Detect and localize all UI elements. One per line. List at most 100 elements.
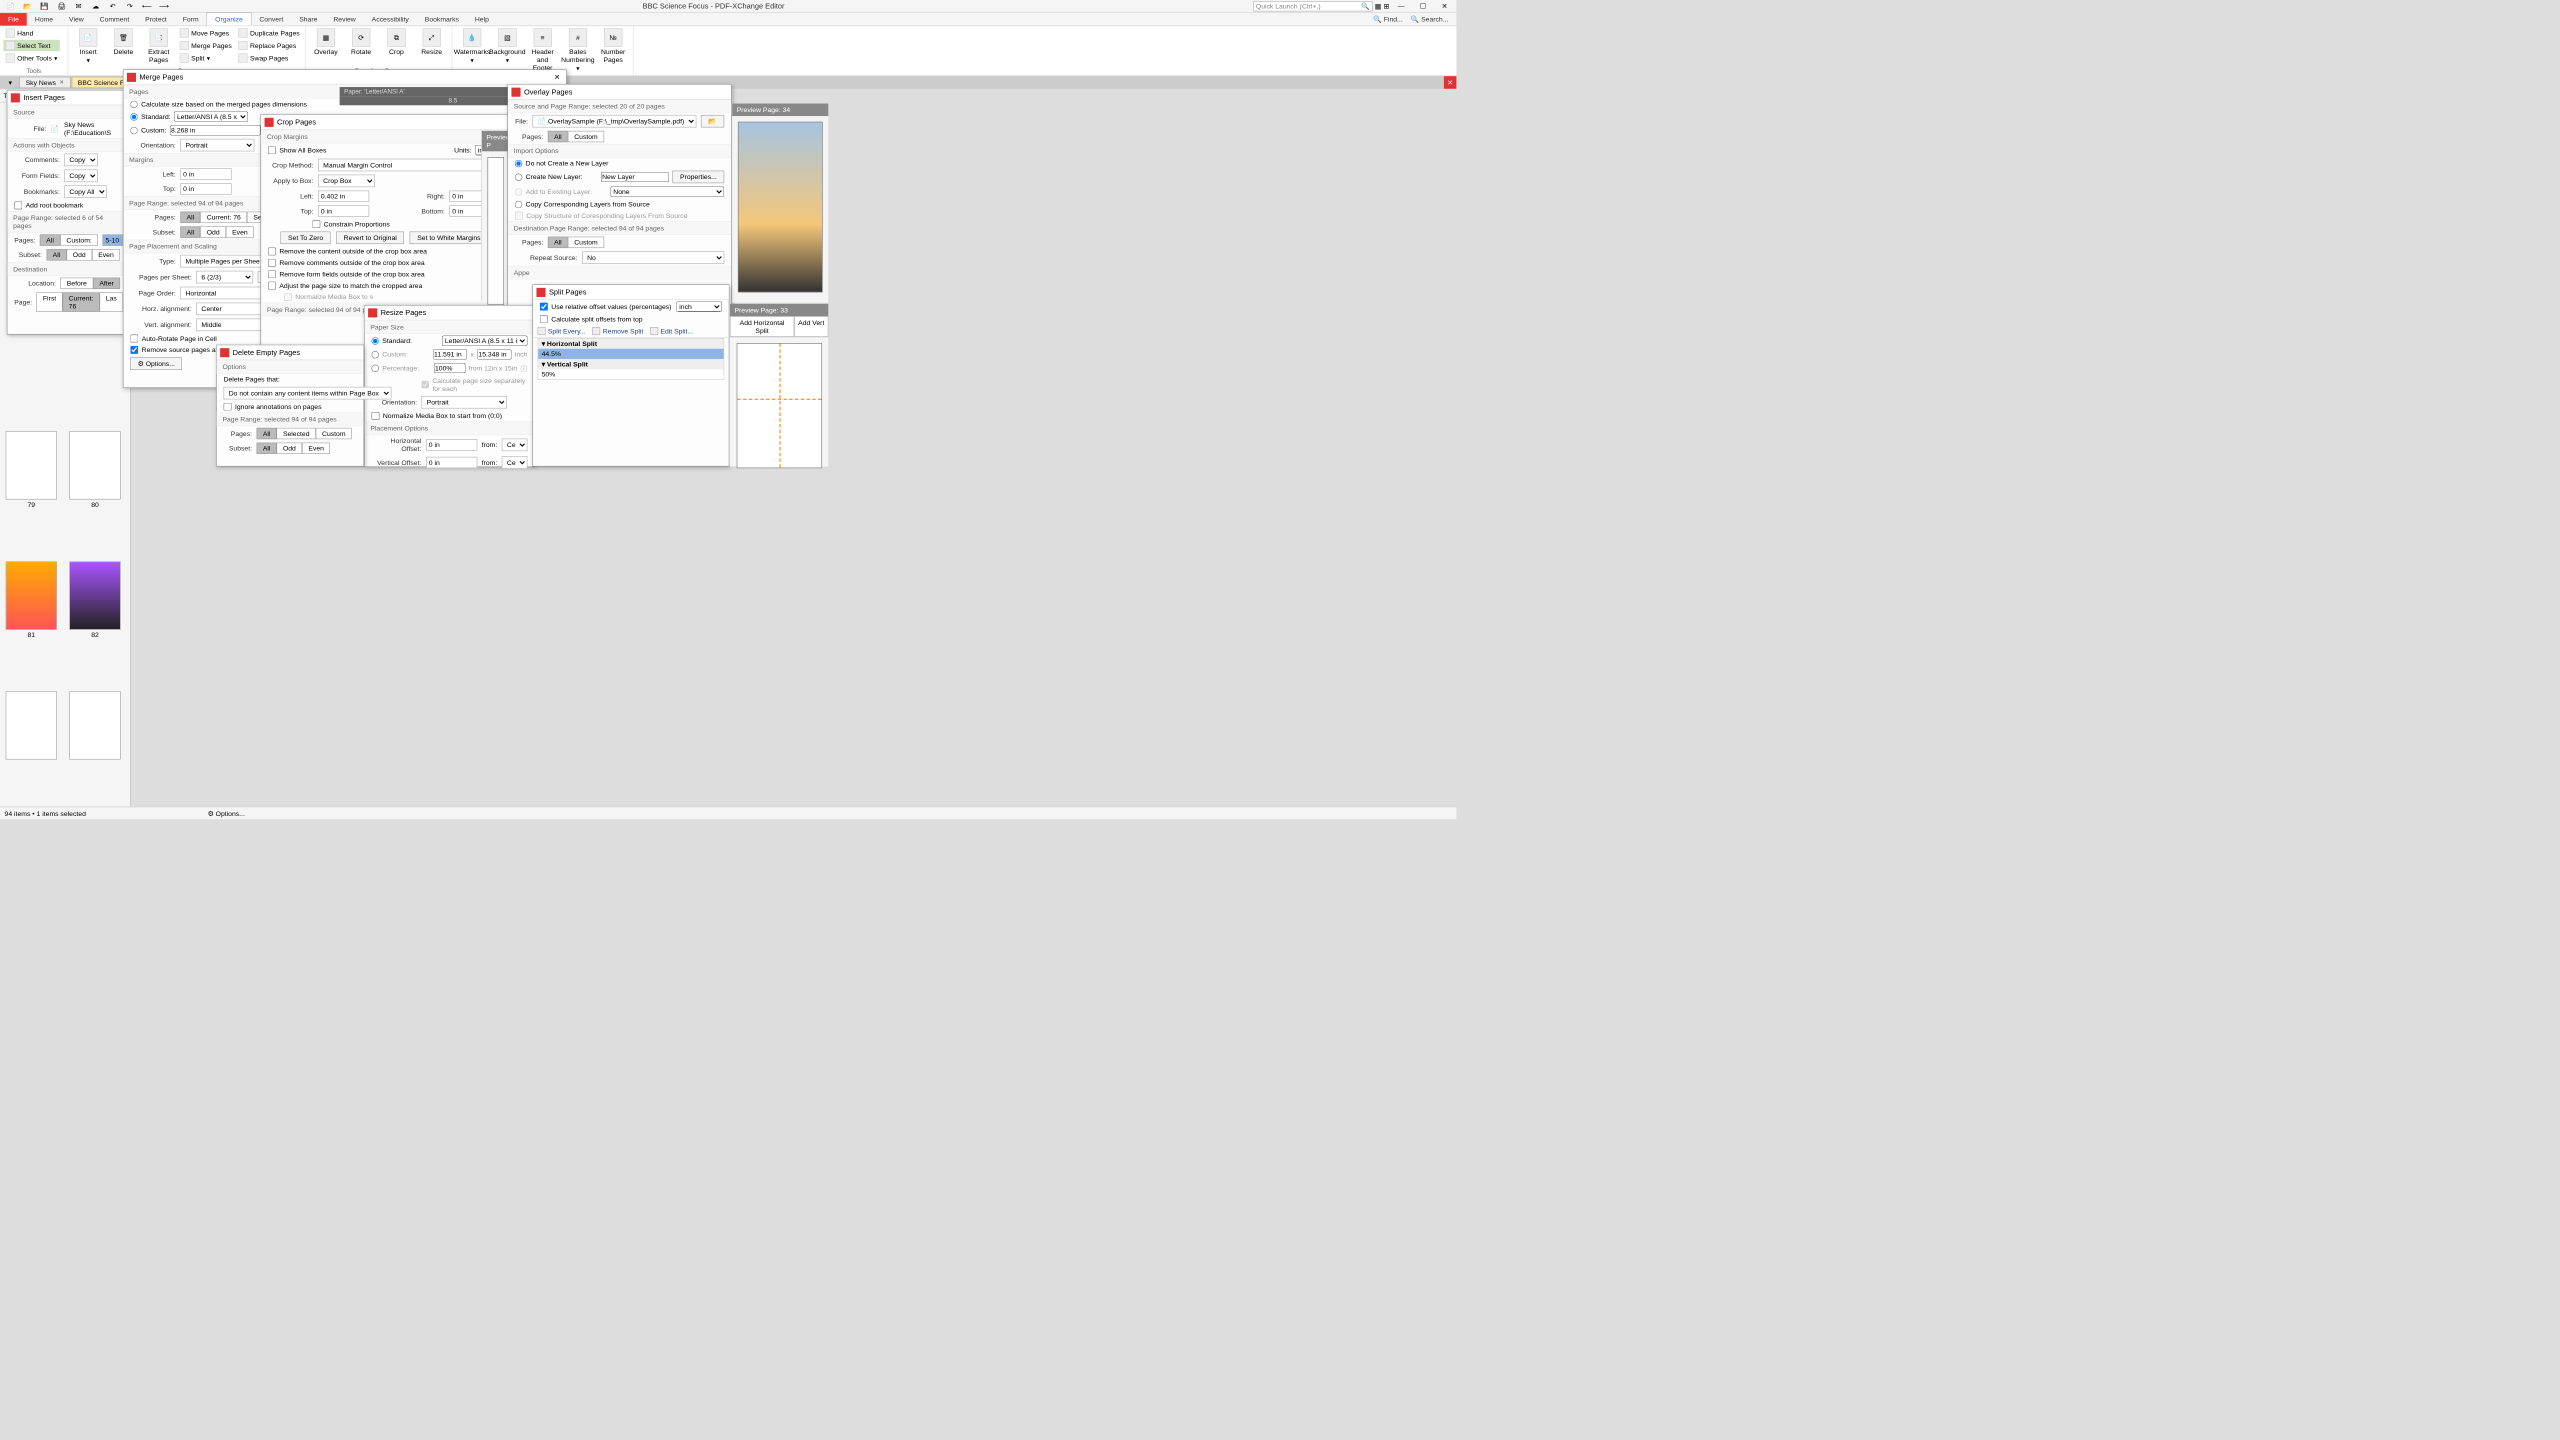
accessibility-tab[interactable]: Accessibility xyxy=(364,13,417,26)
minimize-button[interactable]: — xyxy=(1392,1,1411,11)
remove-split-button[interactable]: Remove Split xyxy=(592,327,643,335)
set-white-button[interactable]: Set to White Margins xyxy=(410,232,488,245)
split-list[interactable]: ▾ Horizontal Split 44.5% ▾ Vertical Spli… xyxy=(538,338,725,380)
subset-segment[interactable]: AllOddEven xyxy=(180,226,254,237)
percent-input[interactable] xyxy=(434,363,465,373)
pps-select[interactable]: 6 (2/3) xyxy=(196,271,253,284)
properties-button[interactable]: Properties... xyxy=(673,171,725,184)
resize-button[interactable]: ⤢Resize xyxy=(415,27,448,57)
hoff-input[interactable] xyxy=(426,439,477,450)
formfields-select[interactable]: Copy xyxy=(64,170,98,183)
add-vertical-split-button[interactable]: Add Vert xyxy=(794,316,828,336)
file-value[interactable]: Sky News (F:\Education\S xyxy=(64,121,120,137)
number-pages-button[interactable]: №Number Pages xyxy=(597,27,630,65)
margin-top-input[interactable] xyxy=(180,183,231,194)
share-tab[interactable]: Share xyxy=(291,13,325,26)
thumbnail[interactable] xyxy=(67,691,123,804)
add-root-bookmark-checkbox[interactable] xyxy=(14,201,22,209)
swap-pages-button[interactable]: Swap Pages xyxy=(236,52,302,63)
orientation-select[interactable]: Portrait xyxy=(422,396,507,409)
use-relative-checkbox[interactable] xyxy=(540,303,548,311)
extract-pages-button[interactable]: 📑Extract Pages xyxy=(142,27,175,65)
browse-button[interactable]: 📂 xyxy=(701,115,724,128)
merge-pages-button[interactable]: Merge Pages xyxy=(177,40,234,51)
email-icon[interactable]: ✉ xyxy=(71,1,87,11)
redo-icon[interactable]: ↷ xyxy=(122,1,138,11)
maximize-button[interactable]: ☐ xyxy=(1413,1,1432,11)
doctab-sky-news[interactable]: Sky News✕ xyxy=(19,77,70,88)
existing-layer-select[interactable]: None xyxy=(610,187,724,197)
nav-fwd-icon[interactable]: ⟶ xyxy=(156,1,172,11)
view-tab[interactable]: View xyxy=(61,13,92,26)
background-button[interactable]: ▧Background▾ xyxy=(491,27,524,65)
repeat-source-select[interactable]: No xyxy=(582,251,724,264)
quick-launch-input[interactable]: Quick Launch (Ctrl+.)🔍 xyxy=(1253,1,1372,11)
status-options[interactable]: ⚙ Options... xyxy=(208,809,245,817)
calc-top-checkbox[interactable] xyxy=(540,315,548,323)
type-select[interactable]: Multiple Pages per Sheet xyxy=(180,255,271,268)
print-icon[interactable]: 🖨 xyxy=(53,1,69,11)
open-icon[interactable]: 📂 xyxy=(19,1,35,11)
options-button[interactable]: ⚙ Options... xyxy=(130,357,182,370)
vfrom-select[interactable]: Cent xyxy=(502,456,528,469)
form-tab[interactable]: Form xyxy=(175,13,207,26)
list-item[interactable]: 50% xyxy=(538,369,723,379)
ui-options-icon[interactable]: ▦ xyxy=(1375,2,1381,10)
copy-layers-radio[interactable] xyxy=(515,201,522,208)
bookmarks-select[interactable]: Copy All xyxy=(64,185,107,198)
search-button[interactable]: 🔍 Search... xyxy=(1411,15,1449,23)
convert-tab[interactable]: Convert xyxy=(251,13,291,26)
normalize-checkbox[interactable] xyxy=(371,412,379,420)
comments-select[interactable]: Copy xyxy=(64,154,98,167)
file-tab[interactable]: File xyxy=(0,13,27,26)
replace-pages-button[interactable]: Replace Pages xyxy=(236,40,302,51)
hand-tool[interactable]: Hand xyxy=(3,27,59,38)
split-every-button[interactable]: Split Every... xyxy=(538,327,586,335)
show-all-boxes-checkbox[interactable] xyxy=(268,146,276,154)
subset-segment[interactable]: AllOddEven xyxy=(46,249,120,260)
layout-icon[interactable]: ⊞ xyxy=(1384,2,1390,10)
thumbnail[interactable] xyxy=(3,691,59,804)
subset-segment[interactable]: AllOddEven xyxy=(257,443,331,454)
overlay-button[interactable]: ▦Overlay xyxy=(309,27,342,57)
thumbnail[interactable]: 82 xyxy=(67,561,123,683)
thumbnail[interactable]: 80 xyxy=(67,431,123,553)
unit-select[interactable]: inch xyxy=(676,302,722,312)
location-segment[interactable]: BeforeAfter xyxy=(60,278,120,289)
find-button[interactable]: 🔍 Find... xyxy=(1373,15,1402,23)
custom-h-input[interactable] xyxy=(477,349,511,359)
split-pages-button[interactable]: Split ▾ xyxy=(177,52,234,63)
nav-back-icon[interactable]: ⟵ xyxy=(139,1,155,11)
review-tab[interactable]: Review xyxy=(325,13,363,26)
other-tools[interactable]: Other Tools ▾ xyxy=(3,52,59,63)
cloud-icon[interactable]: ☁ xyxy=(88,1,104,11)
organize-tab[interactable]: Organize xyxy=(207,13,252,26)
delete-cond-select[interactable]: Do not contain any content items within … xyxy=(224,387,392,400)
tabs-menu-icon[interactable]: ▾ xyxy=(2,79,18,87)
remove-source-checkbox[interactable] xyxy=(130,346,138,354)
new-layer-input[interactable] xyxy=(601,172,669,182)
rem-formfields-checkbox[interactable] xyxy=(268,270,276,278)
watermarks-button[interactable]: 💧Watermarks▾ xyxy=(456,27,489,65)
no-new-layer-radio[interactable] xyxy=(515,160,522,167)
custom-w-input[interactable] xyxy=(433,349,467,359)
ignore-ann-checkbox[interactable] xyxy=(224,403,232,411)
save-icon[interactable]: 💾 xyxy=(36,1,52,11)
margin-left-input[interactable] xyxy=(180,168,231,179)
add-horizontal-split-button[interactable]: Add Horizontal Split xyxy=(730,316,794,336)
comment-tab[interactable]: Comment xyxy=(92,13,138,26)
list-item[interactable]: 44.5% xyxy=(538,349,723,359)
close-icon[interactable]: ✕ xyxy=(551,73,562,81)
protect-tab[interactable]: Protect xyxy=(137,13,175,26)
hfrom-select[interactable]: Cent xyxy=(502,439,528,452)
applyto-select[interactable]: Crop Box xyxy=(318,175,375,188)
close-button[interactable]: ✕ xyxy=(1435,1,1454,11)
custom-radio[interactable] xyxy=(130,127,137,134)
custom-range-input[interactable] xyxy=(103,234,125,245)
close-all-tabs-button[interactable]: ✕ xyxy=(1444,76,1457,89)
dest-pages-segment[interactable]: AllCustom xyxy=(548,237,604,248)
set-zero-button[interactable]: Set To Zero xyxy=(281,232,331,245)
crop-left-input[interactable] xyxy=(318,191,369,202)
standard-radio[interactable] xyxy=(371,337,378,344)
duplicate-pages-button[interactable]: Duplicate Pages xyxy=(236,27,302,38)
